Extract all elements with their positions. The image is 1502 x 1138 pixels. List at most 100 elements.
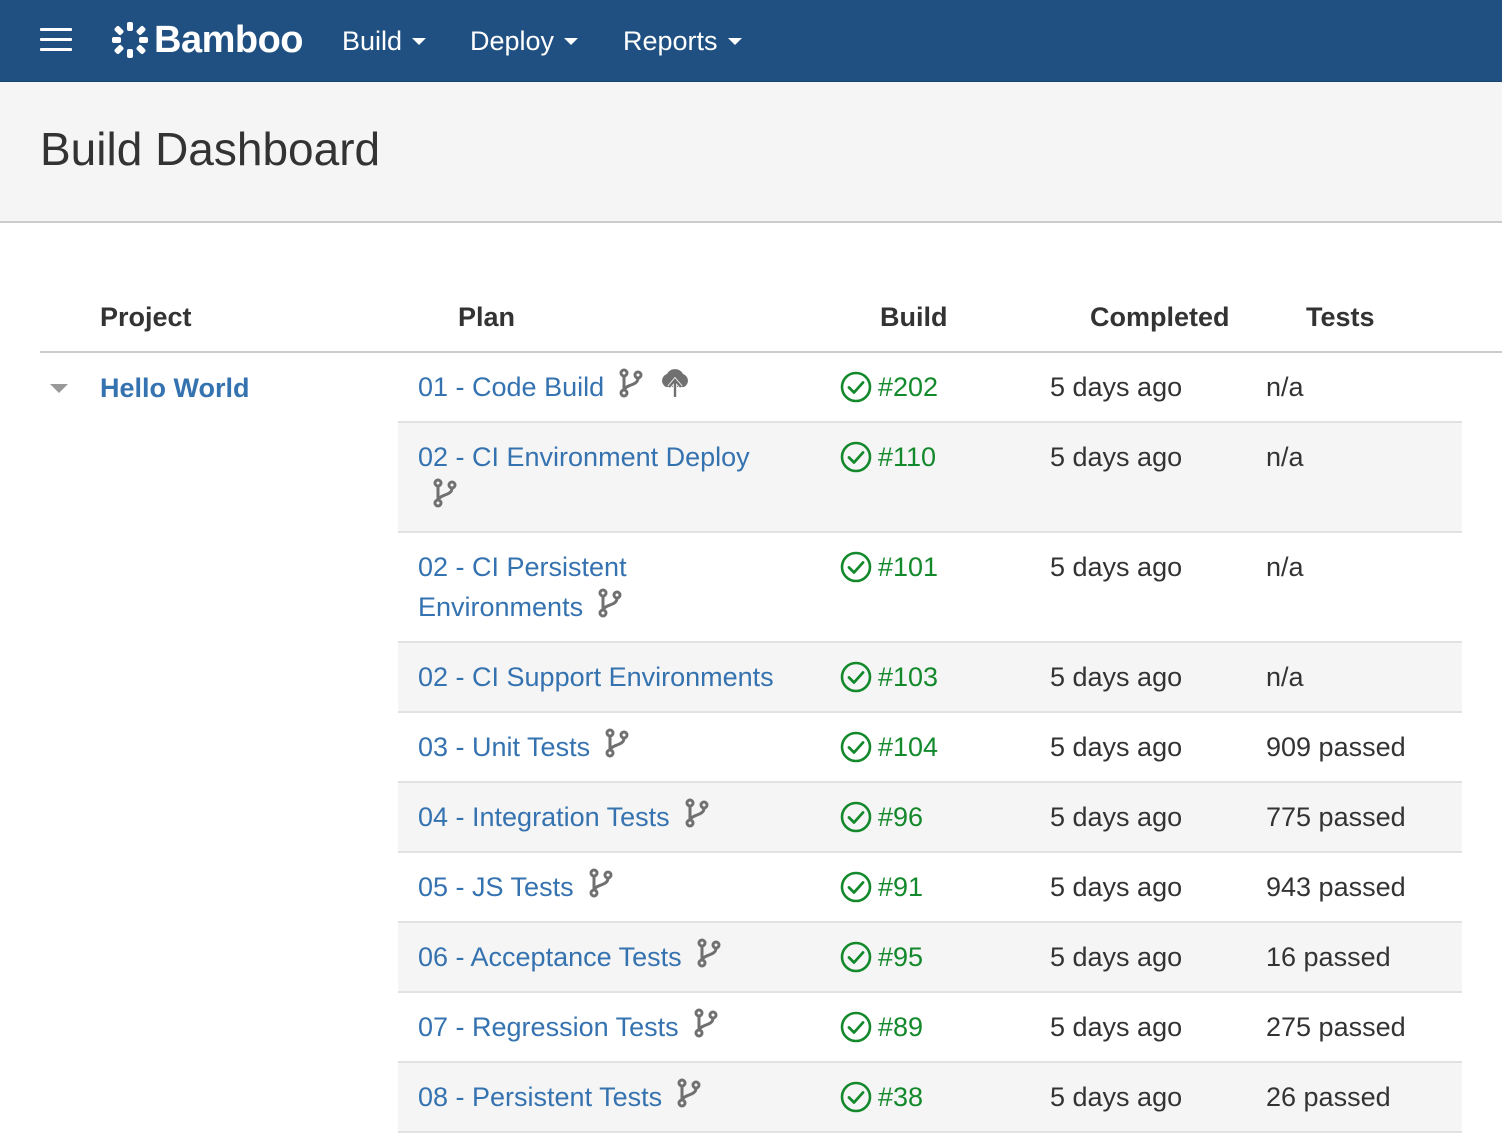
completed-time: 5 days ago [1050,552,1183,582]
tests-summary: 909 passed [1266,732,1406,762]
plan-cell: 07 - Regression Tests [418,1007,808,1049]
completed-time: 5 days ago [1050,442,1183,472]
page-title: Build Dashboard [40,123,381,175]
plan-link[interactable]: 07 - Regression Tests [418,1012,679,1042]
plan-link[interactable]: 01 - Code Build [418,372,604,402]
success-check-icon [840,661,878,693]
column-header-plan: Plan [458,302,516,332]
success-check-icon [840,371,878,403]
nav-build-menu[interactable]: Build [342,0,427,82]
table-row: 08 - Persistent Tests #38 5 days ago 26 pas… [398,1063,1462,1133]
build-result-link[interactable]: #202 [840,367,938,407]
success-check-icon [840,1011,878,1043]
table-row: 03 - Unit Tests #104 5 days ago 909 passed [398,713,1462,783]
plan-cell: 08 - Persistent Tests [418,1077,808,1119]
build-result-link[interactable]: #101 [840,547,938,587]
build-result-link[interactable]: #110 [840,437,936,477]
project-link-hello-world[interactable]: Hello World [100,368,250,408]
build-number: #202 [878,372,939,402]
nav-reports-label: Reports [623,25,718,56]
completed-time: 5 days ago [1050,662,1183,692]
branch-icon[interactable] [588,868,614,909]
completed-time: 5 days ago [1050,1012,1183,1042]
plan-cell: 02 - CI Environment Deploy [418,437,778,519]
page-header: Build Dashboard [0,82,1502,223]
tests-summary: 943 passed [1266,872,1406,902]
success-check-icon [840,441,878,473]
nav-deploy-label: Deploy [470,25,555,56]
plan-link[interactable]: 04 - Integration Tests [418,802,670,832]
build-result-link[interactable]: #38 [840,1077,923,1117]
column-header-project: Project [100,302,192,332]
branch-icon[interactable] [676,1078,702,1119]
branch-icon[interactable] [604,728,630,769]
plan-link[interactable]: 08 - Persistent Tests [418,1082,662,1112]
tests-summary: 275 passed [1266,1012,1406,1042]
success-check-icon [840,801,878,833]
build-result-link[interactable]: #96 [840,797,923,837]
completed-time: 5 days ago [1050,872,1183,902]
column-header-build: Build [880,302,948,332]
completed-time: 5 days ago [1050,1082,1183,1112]
build-result-link[interactable]: #104 [840,727,938,767]
tests-summary: 26 passed [1266,1082,1391,1112]
build-number: #101 [878,552,939,582]
completed-time: 5 days ago [1050,372,1183,402]
plan-link[interactable]: 03 - Unit Tests [418,732,590,762]
nav-reports-menu[interactable]: Reports [623,0,742,82]
build-result-link[interactable]: #95 [840,937,923,977]
branch-icon[interactable] [696,938,722,979]
plan-cell: 02 - CI Persistent Environments [418,547,658,629]
plan-cell: 05 - JS Tests [418,867,808,909]
success-check-icon [840,731,878,763]
bamboo-logo[interactable]: Bamboo [110,18,304,62]
completed-time: 5 days ago [1050,732,1183,762]
plan-link[interactable]: 06 - Acceptance Tests [418,942,682,972]
chevron-down-icon [727,37,742,45]
table-row: 01 - Code Build #202 5 days ago n/a [398,353,1462,423]
nav-build-label: Build [342,25,403,56]
table-row: 04 - Integration Tests #96 5 days ago 775 p… [398,783,1462,853]
table-row: 02 - CI Persistent Environments #101 5 day… [398,533,1462,643]
branch-icon[interactable] [618,368,644,409]
menu-icon[interactable] [40,28,72,52]
branch-icon[interactable] [684,798,710,839]
build-number: #38 [878,1082,924,1112]
plan-link[interactable]: 02 - CI Persistent Environments [418,552,627,622]
plan-cell: 04 - Integration Tests [418,797,808,839]
build-number: #89 [878,1012,924,1042]
column-header-completed: Completed [1090,302,1230,332]
top-navigation-bar: Bamboo Build Deploy Reports [0,0,1502,82]
table-header: Project Plan Build Completed Tests [40,290,1502,353]
plan-link[interactable]: 05 - JS Tests [418,872,574,902]
tests-summary: n/a [1266,442,1304,472]
nav-deploy-menu[interactable]: Deploy [470,0,579,82]
build-number: #96 [878,802,924,832]
tests-summary: n/a [1266,662,1304,692]
success-check-icon [840,871,878,903]
build-result-link[interactable]: #103 [840,657,938,697]
table-row: 02 - CI Support Environments #103 5 days a… [398,643,1462,713]
build-dashboard-table: Project Plan Build Completed Tests [40,290,1502,353]
table-row: 06 - Acceptance Tests #95 5 days ago 16 pas… [398,923,1462,993]
plan-link[interactable]: 02 - CI Support Environments [418,662,774,692]
plan-cell: 03 - Unit Tests [418,727,808,769]
plan-cell: 01 - Code Build [418,367,808,410]
table-row: 02 - CI Environment Deploy #110 5 days ago… [398,423,1462,533]
branch-icon[interactable] [693,1008,719,1049]
tests-summary: n/a [1266,372,1304,402]
chevron-down-icon [412,37,427,45]
branch-icon[interactable] [432,478,458,519]
completed-time: 5 days ago [1050,942,1183,972]
build-result-link[interactable]: #89 [840,1007,923,1047]
bamboo-logo-icon [112,22,148,58]
success-check-icon [840,941,878,973]
branch-icon[interactable] [597,588,623,629]
success-check-icon [840,551,878,583]
collapse-toggle-icon[interactable] [50,384,68,393]
plan-link[interactable]: 02 - CI Environment Deploy [418,442,750,472]
deploy-cloud-icon[interactable] [658,367,692,410]
build-number: #104 [878,732,939,762]
build-result-link[interactable]: #91 [840,867,923,907]
app-name: Bamboo [154,18,304,61]
